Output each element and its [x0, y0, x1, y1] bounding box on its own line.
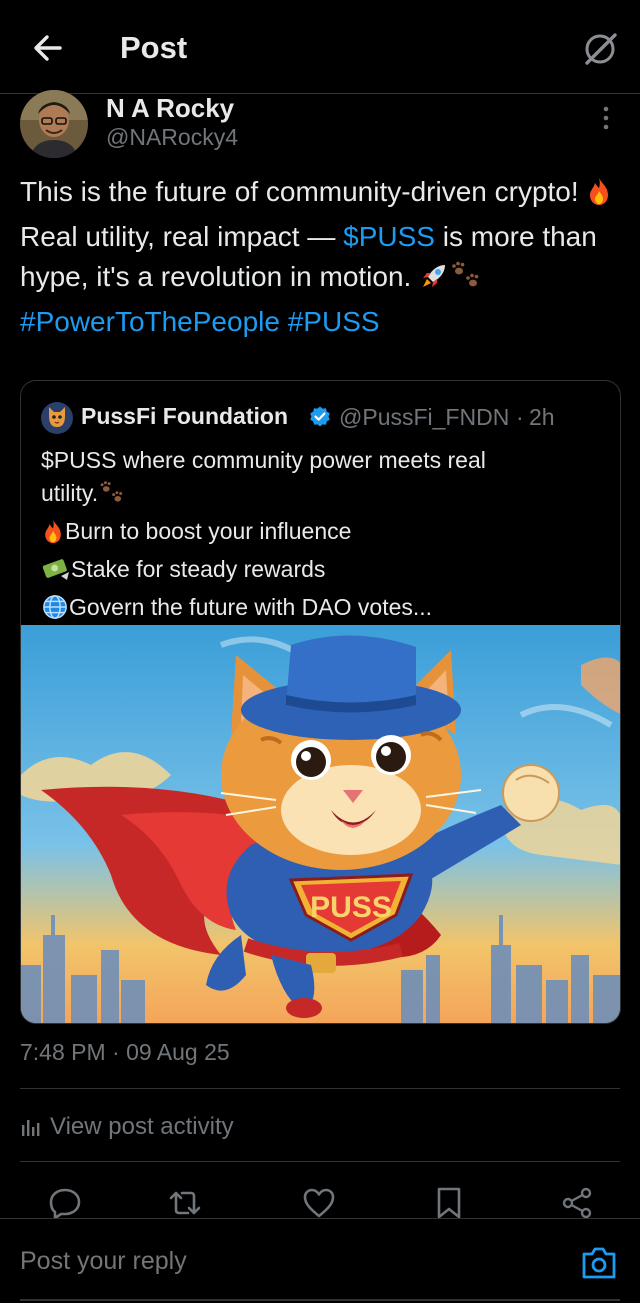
post-text: This is the future of community-driven c…	[20, 172, 620, 342]
grok-button[interactable]	[580, 28, 620, 68]
separator-dot: ·	[516, 404, 524, 430]
quoted-post-card[interactable]: PussFi Foundation @PussFi_FNDN · 2h $PUS…	[20, 380, 621, 1024]
repost-button[interactable]	[168, 1186, 202, 1220]
verified-badge-icon	[308, 405, 332, 429]
money-emoji-icon	[41, 556, 71, 591]
reply-input[interactable]	[20, 1247, 540, 1276]
more-vertical-icon	[603, 106, 609, 130]
view-post-activity-label: View post activity	[50, 1113, 234, 1140]
quoted-post-image[interactable]: PUSS	[21, 625, 620, 1023]
globe-emoji-icon	[41, 594, 69, 629]
quoted-text-line-row: Burn to boost your influence	[41, 515, 601, 553]
quoted-text-line: Stake for steady rewards	[71, 556, 326, 582]
page-title: Post	[120, 30, 188, 65]
avatar-image	[41, 402, 73, 434]
quoted-text-line-row: Govern the future with DAO votes...	[41, 591, 601, 629]
bookmark-icon	[437, 1187, 461, 1219]
fire-emoji-icon	[41, 518, 65, 553]
hashtag-link[interactable]: #PowerToThePeople	[20, 306, 280, 337]
like-button[interactable]	[302, 1186, 336, 1220]
reply-button[interactable]	[48, 1186, 82, 1220]
quoted-author-name[interactable]: PussFi Foundation	[81, 403, 288, 430]
emblem-text: PUSS	[310, 891, 392, 924]
reply-composer	[0, 1218, 640, 1303]
reply-icon	[49, 1188, 81, 1220]
top-bar: Post	[0, 0, 640, 94]
post-text-part1: This is the future of community-driven c…	[20, 176, 579, 207]
superhero-cat-illustration: PUSS	[21, 625, 620, 1023]
back-button[interactable]	[28, 28, 68, 68]
quoted-text-line: $PUSS where community power meets real	[41, 447, 486, 473]
rocket-emoji-icon	[419, 261, 449, 302]
quoted-text-line: Govern the future with DAO votes...	[69, 594, 433, 620]
cashtag-link[interactable]: $PUSS	[343, 221, 435, 252]
post-timestamp: 7:48 PM · 09 Aug 25	[20, 1039, 230, 1065]
hashtag-link[interactable]: #PUSS	[288, 306, 380, 337]
quoted-text-line: Burn to boost your influence	[65, 518, 352, 544]
bar-chart-icon	[22, 1120, 40, 1136]
quoted-author-handle[interactable]: @PussFi_FNDN	[339, 404, 509, 431]
paw-prints-emoji-icon	[449, 261, 483, 302]
share-icon	[562, 1187, 592, 1219]
repost-icon	[169, 1191, 201, 1215]
grok-icon	[585, 33, 617, 65]
author-avatar[interactable]	[20, 90, 88, 158]
like-icon	[303, 1188, 335, 1218]
camera-button[interactable]	[580, 1244, 618, 1282]
quoted-post-text: $PUSS where community power meets real u…	[41, 444, 601, 629]
fire-emoji-icon	[586, 176, 612, 217]
quoted-post-time: 2h	[529, 404, 555, 430]
view-post-activity-link[interactable]: View post activity	[20, 1110, 234, 1144]
post-text-part2: Real utility, real impact —	[20, 221, 336, 252]
bookmark-button[interactable]	[432, 1186, 466, 1220]
share-button[interactable]	[560, 1186, 594, 1220]
camera-icon	[582, 1247, 616, 1279]
quoted-text-line-row: utility.	[41, 477, 601, 515]
quoted-text-line-row: Stake for steady rewards	[41, 553, 601, 591]
arrow-left-icon	[34, 35, 62, 61]
avatar-image	[20, 90, 88, 158]
divider	[20, 1161, 620, 1162]
divider	[20, 1088, 620, 1089]
quoted-author-avatar[interactable]	[41, 402, 73, 434]
bottom-divider	[20, 1299, 620, 1301]
author-handle[interactable]: @NARocky4	[106, 124, 238, 151]
author-name[interactable]: N A Rocky	[106, 93, 234, 124]
paw-prints-emoji-icon	[98, 480, 126, 515]
quoted-text-line: utility.	[41, 480, 99, 506]
more-options-button[interactable]	[594, 104, 618, 132]
